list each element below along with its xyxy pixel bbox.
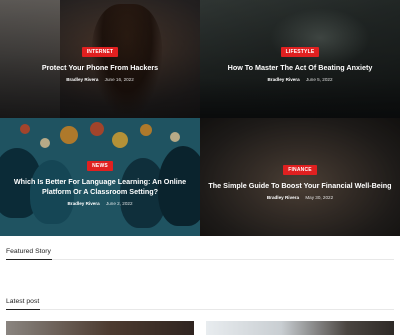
hero-grid: Internet Protect Your Phone From Hackers… <box>0 0 400 236</box>
post-author[interactable]: Bradley Rivera <box>267 195 299 200</box>
post-title[interactable]: Which Is Better For Language Learning: A… <box>0 177 200 197</box>
featured-story-section: Featured Story <box>0 236 400 266</box>
latest-post-section: Latest post <box>0 286 400 316</box>
post-card-phone-hackers[interactable]: Internet Protect Your Phone From Hackers… <box>0 0 200 118</box>
latest-post-thumbnail[interactable] <box>206 321 394 335</box>
post-info: Internet Protect Your Phone From Hackers… <box>0 40 200 82</box>
category-badge[interactable]: News <box>87 161 113 171</box>
section-accent-bar <box>6 258 52 260</box>
post-info: News Which Is Better For Language Learni… <box>0 154 200 206</box>
section-divider <box>6 259 394 260</box>
post-title[interactable]: The Simple Guide To Boost Your Financial… <box>200 181 400 191</box>
post-info: Finance The Simple Guide To Boost Your F… <box>200 158 400 200</box>
post-title[interactable]: How To Master The Act Of Beating Anxiety <box>200 63 400 73</box>
category-badge[interactable]: Lifestyle <box>280 47 320 57</box>
post-card-anxiety[interactable]: Lifestyle How To Master The Act Of Beati… <box>200 0 400 118</box>
post-title[interactable]: Protect Your Phone From Hackers <box>0 63 200 73</box>
post-card-language-learning[interactable]: News Which Is Better For Language Learni… <box>0 118 200 236</box>
page: Internet Protect Your Phone From Hackers… <box>0 0 400 335</box>
section-heading: Featured Story <box>6 248 51 255</box>
post-author[interactable]: Bradley Rivera <box>267 77 299 82</box>
section-accent-bar <box>6 308 40 310</box>
post-meta: Bradley Rivera June 5, 2022 <box>200 77 400 82</box>
post-author[interactable]: Bradley Rivera <box>67 201 99 206</box>
section-heading: Latest post <box>6 298 40 305</box>
post-card-financial[interactable]: Finance The Simple Guide To Boost Your F… <box>200 118 400 236</box>
category-badge[interactable]: Internet <box>81 47 119 57</box>
post-date: June 16, 2022 <box>104 77 134 82</box>
post-author[interactable]: Bradley Rivera <box>66 77 98 82</box>
post-meta: Bradley Rivera June 2, 2022 <box>0 201 200 206</box>
post-date: May 30, 2022 <box>305 195 334 200</box>
post-date: June 2, 2022 <box>105 201 133 206</box>
category-badge[interactable]: Finance <box>283 165 317 175</box>
post-date: June 5, 2022 <box>305 77 333 82</box>
post-meta: Bradley Rivera May 30, 2022 <box>200 195 400 200</box>
post-meta: Bradley Rivera June 16, 2022 <box>0 77 200 82</box>
section-divider <box>6 309 394 310</box>
post-info: Lifestyle How To Master The Act Of Beati… <box>200 40 400 82</box>
latest-post-thumbnail[interactable] <box>6 321 194 335</box>
